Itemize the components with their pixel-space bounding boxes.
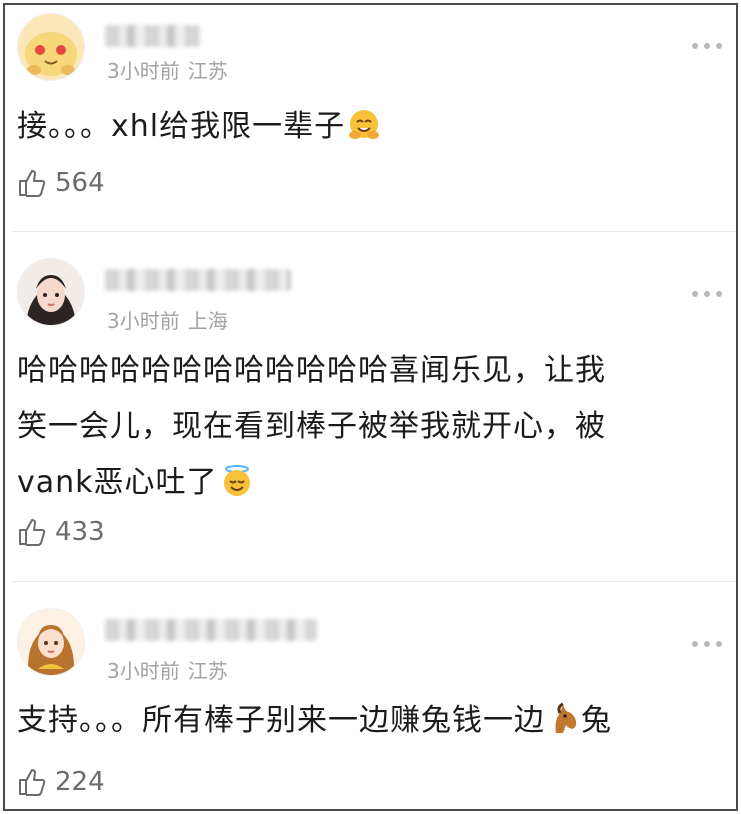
like-count: 224 [55, 767, 105, 797]
more-dots-icon[interactable] [692, 639, 722, 649]
more-dots-icon[interactable] [692, 289, 722, 299]
comment-time: 3小时前 [107, 309, 180, 333]
like-button[interactable]: 564 [17, 168, 105, 198]
avatar[interactable] [17, 258, 85, 326]
comment-meta: 3小时前 江苏 [107, 55, 228, 84]
more-dots-icon[interactable] [692, 41, 722, 51]
divider [13, 581, 736, 582]
comment-item: 3小时前 江苏 接。。。xhl给我限一辈子 564 [5, 5, 736, 233]
thumbs-up-icon [17, 517, 47, 547]
username-blurred[interactable] [105, 269, 291, 291]
like-count: 433 [55, 517, 105, 547]
comment-location: 上海 [187, 309, 228, 333]
thumbs-up-icon [17, 767, 47, 797]
thumbs-up-icon [17, 168, 47, 198]
avatar[interactable] [17, 608, 85, 676]
comment-item: 3小时前 江苏 支持。。。所有棒子别来一边赚兔钱一边兔 224 [5, 583, 736, 809]
comment-list: 3小时前 江苏 接。。。xhl给我限一辈子 564 3小时前 上海 哈哈哈哈哈哈… [3, 3, 738, 811]
username-blurred[interactable] [105, 619, 317, 641]
smiling-face-with-halo-emoji [220, 464, 254, 498]
like-count: 564 [55, 168, 105, 198]
comment-location: 江苏 [187, 59, 228, 83]
like-button[interactable]: 433 [17, 517, 105, 547]
divider [13, 231, 736, 232]
horse-face-emoji [547, 702, 581, 736]
comment-text: 支持。。。所有棒子别来一边赚兔钱一边兔 [17, 702, 612, 738]
comment-location: 江苏 [187, 659, 228, 683]
like-button[interactable]: 224 [17, 767, 105, 797]
comment-text: 哈哈哈哈哈哈哈哈哈哈哈哈喜闻乐见，让我 笑一会儿，现在看到棒子被举我就开心，被 … [17, 353, 606, 500]
comment-time: 3小时前 [107, 659, 180, 683]
comment-time: 3小时前 [107, 59, 180, 83]
hugging-face-emoji [347, 108, 381, 142]
avatar[interactable] [17, 13, 85, 81]
comment-meta: 3小时前 上海 [107, 305, 228, 334]
username-blurred[interactable] [105, 25, 201, 47]
comment-meta: 3小时前 江苏 [107, 655, 228, 684]
comment-text: 接。。。xhl给我限一辈子 [17, 99, 717, 155]
comment-item: 3小时前 上海 哈哈哈哈哈哈哈哈哈哈哈哈喜闻乐见，让我 笑一会儿，现在看到棒子被举… [5, 233, 736, 581]
